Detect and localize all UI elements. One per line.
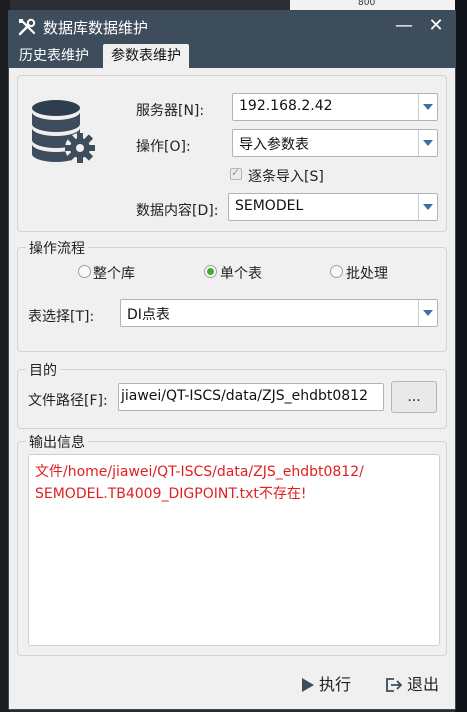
radio-batch-label[interactable]: 批处理 <box>346 263 388 283</box>
output-group: 输出信息 文件/home/jiawei/QT-ISCS/data/ZJS_ehd… <box>17 432 447 656</box>
server-label: 服务器[N]: <box>136 103 205 119</box>
output-title: 输出信息 <box>26 432 88 452</box>
server-combo[interactable]: 192.168.2.42 <box>232 93 438 121</box>
file-path-label: 文件路径[F]: <box>28 393 108 409</box>
table-select-label: 表选择[T]: <box>28 309 95 325</box>
chevron-down-icon[interactable] <box>418 94 437 120</box>
file-path-input[interactable]: jiawei/QT-ISCS/data/ZJS_ehdbt0812 <box>118 383 384 411</box>
exit-button[interactable]: 退出 <box>385 671 439 695</box>
output-message: 文件/home/jiawei/QT-ISCS/data/ZJS_ehdbt081… <box>35 464 364 502</box>
data-content-value: SEMODEL <box>235 198 304 214</box>
chevron-down-icon[interactable] <box>418 194 437 220</box>
execute-button[interactable]: 执行 <box>301 671 351 695</box>
close-button[interactable]: ✕ <box>423 15 449 37</box>
operation-label: 操作[O]: <box>136 139 191 155</box>
play-icon <box>302 678 314 692</box>
operation-combo[interactable]: 导入参数表 <box>232 129 438 157</box>
target-title: 目的 <box>26 360 60 380</box>
data-content-combo[interactable]: SEMODEL <box>228 193 438 221</box>
radio-single-table-label[interactable]: 单个表 <box>220 263 262 283</box>
tab-bar: 历史表维护 参数表维护 <box>9 42 455 68</box>
radio-whole-db-label[interactable]: 整个库 <box>93 263 135 283</box>
execute-label: 执行 <box>319 675 352 694</box>
exit-label: 退出 <box>407 675 440 694</box>
chevron-down-icon[interactable] <box>418 130 437 156</box>
radio-whole-db[interactable] <box>78 265 91 278</box>
radio-batch[interactable] <box>330 265 343 278</box>
target-group: 目的 文件路径[F]: jiawei/QT-ISCS/data/ZJS_ehdb… <box>17 360 447 429</box>
db-maintenance-window: 数据库数据维护 — ✕ 历史表维护 参数表维护 服务器[N]: 192.168.… <box>8 10 456 710</box>
operation-flow-title: 操作流程 <box>26 238 88 258</box>
output-text-area[interactable]: 文件/home/jiawei/QT-ISCS/data/ZJS_ehdbt081… <box>28 454 440 646</box>
database-gear-icon <box>32 100 95 163</box>
chevron-down-icon[interactable] <box>418 300 437 326</box>
server-group: 服务器[N]: 192.168.2.42 操作[O]: 导入参数表 逐条导入[S… <box>17 75 447 232</box>
row-by-row-label: 逐条导入[S] <box>248 169 324 185</box>
minimize-button[interactable]: — <box>391 15 417 37</box>
exit-icon <box>386 678 403 692</box>
row-by-row-checkbox[interactable] <box>230 166 242 180</box>
tools-icon <box>18 18 36 36</box>
tab-history-table[interactable]: 历史表维护 <box>11 44 97 68</box>
table-select-value: DI点表 <box>127 307 170 323</box>
operation-value: 导入参数表 <box>239 137 309 153</box>
ruler-tick: 800 <box>358 0 376 8</box>
table-select-combo[interactable]: DI点表 <box>120 299 438 327</box>
window-title: 数据库数据维护 <box>43 19 149 37</box>
data-content-label: 数据内容[D]: <box>136 203 219 219</box>
desktop-background-right <box>455 0 467 712</box>
server-value: 192.168.2.42 <box>239 98 333 114</box>
title-bar[interactable]: 数据库数据维护 — ✕ <box>9 11 455 42</box>
radio-single-table[interactable] <box>204 265 217 278</box>
browse-button[interactable]: ... <box>391 381 437 413</box>
operation-flow-group: 操作流程 整个库 单个表 批处理 表选择[T]: DI点表 <box>17 238 447 352</box>
tab-parameter-table[interactable]: 参数表维护 <box>103 44 189 68</box>
file-path-value: jiawei/QT-ISCS/data/ZJS_ehdbt0812 <box>121 388 368 404</box>
